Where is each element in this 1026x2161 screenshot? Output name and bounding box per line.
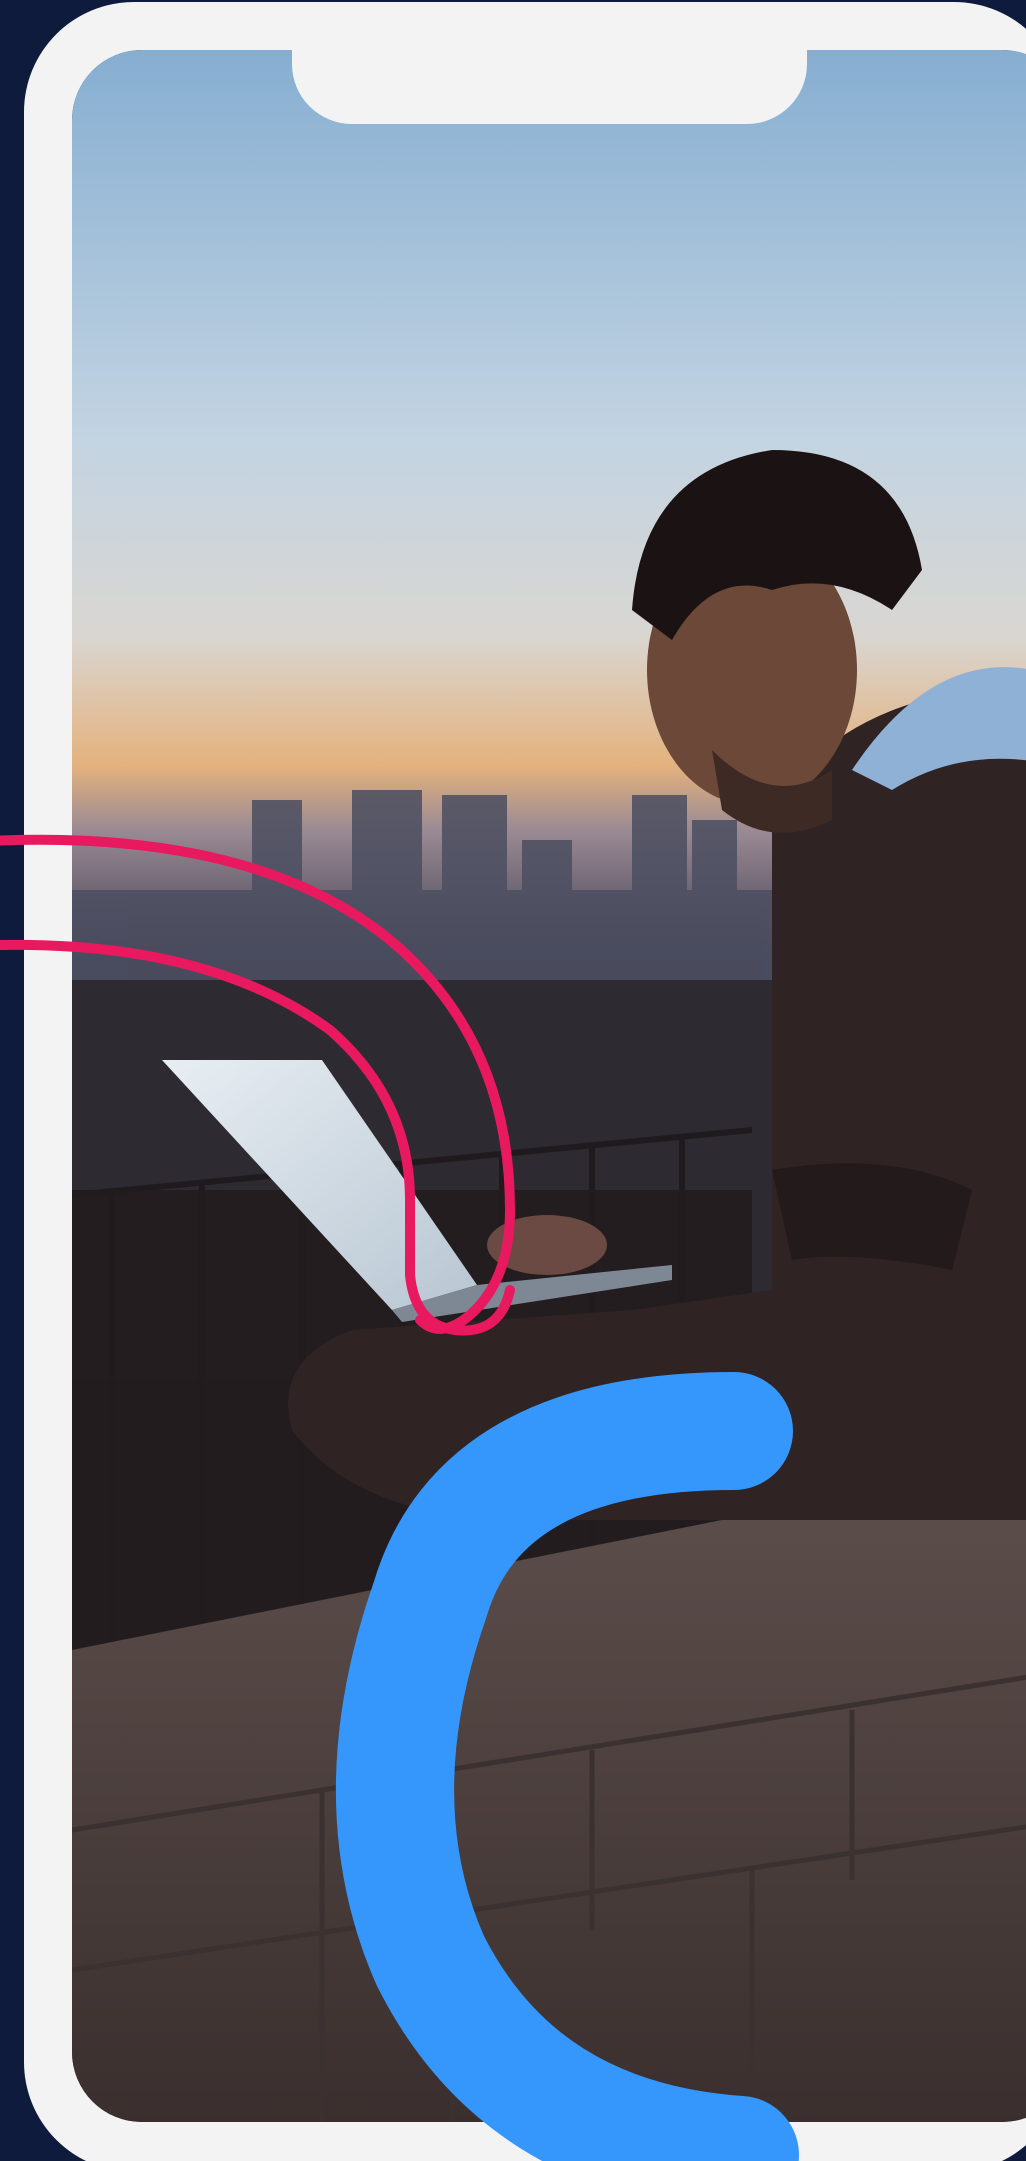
app-mockup-canvas [0,0,1026,2161]
phone-notch [292,40,807,124]
phone-screen [72,50,1026,2122]
photo-icon [72,50,1026,2122]
